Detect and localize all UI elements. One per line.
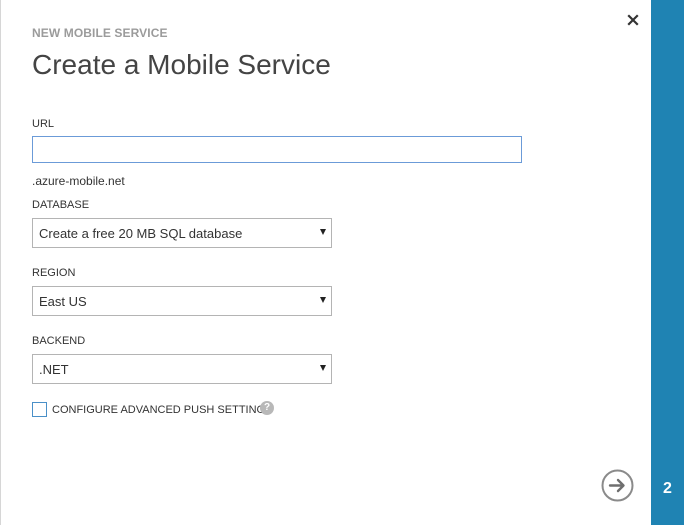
url-label: URL [32,118,55,130]
database-selected-value: Create a free 20 MB SQL database [39,226,243,241]
arrow-right-circle-icon [601,469,634,502]
url-input[interactable] [32,136,522,163]
region-label: REGION [32,267,76,279]
wizard-eyebrow: NEW MOBILE SERVICE [32,26,168,40]
region-select[interactable]: East US [32,286,332,316]
page-title: Create a Mobile Service [32,49,331,80]
wizard-step-bar: 2 [651,0,684,525]
chevron-down-icon [320,365,326,371]
configure-push-checkbox[interactable] [32,402,47,417]
chevron-down-icon [320,229,326,235]
region-selected-value: East US [39,294,87,309]
create-mobile-service-dialog: NEW MOBILE SERVICE Create a Mobile Servi… [0,0,651,525]
close-icon[interactable] [625,12,641,28]
wizard-step-number: 2 [663,480,672,497]
database-select[interactable]: Create a free 20 MB SQL database [32,218,332,248]
backend-select[interactable]: .NET [32,354,332,384]
next-button[interactable] [601,469,634,502]
url-suffix: .azure-mobile.net [32,174,125,188]
help-icon[interactable]: ? [260,401,274,415]
chevron-down-icon [320,297,326,303]
configure-push-label[interactable]: CONFIGURE ADVANCED PUSH SETTINGS [52,404,272,416]
backend-selected-value: .NET [39,362,69,377]
backend-label: BACKEND [32,335,86,347]
database-label: DATABASE [32,199,90,211]
